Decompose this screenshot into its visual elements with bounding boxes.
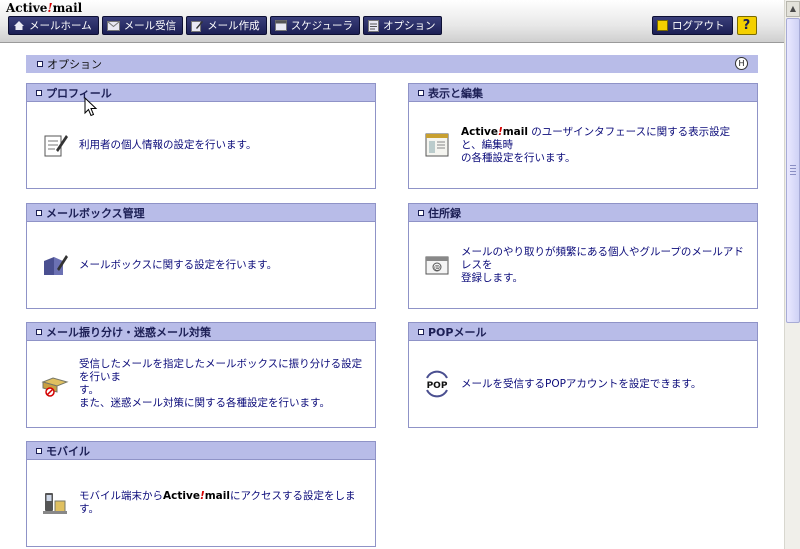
panel-mobile: モバイル モバイル端末からActive!mailにアクセスする設定をします。 <box>26 441 376 547</box>
page-title: オプション <box>47 58 102 71</box>
bullet-icon <box>36 209 42 216</box>
bullet-icon <box>418 328 424 335</box>
panel-description: Active!mail のユーザインタフェースに関する表示設定と、編集時 の各種… <box>461 125 731 164</box>
logout-icon <box>657 20 668 31</box>
address-book-icon: @ <box>425 256 449 275</box>
bullet-icon <box>36 328 42 335</box>
bullet-icon <box>418 209 424 216</box>
bullet-icon <box>418 89 424 96</box>
panel-header: POPメール <box>409 323 757 341</box>
svg-text:POP: POP <box>427 381 448 391</box>
bullet-icon <box>36 89 42 96</box>
help-button[interactable]: ? <box>736 16 757 35</box>
panel-display-edit: 表示と編集 Active!mail のユーザインタフェースに関する表示設定と、編… <box>408 83 758 189</box>
envelope-icon <box>106 20 120 31</box>
panel-header: メール振り分け・迷惑メール対策 <box>27 323 375 341</box>
panel-description: 受信したメールを指定したメールボックスに振り分ける設定を行いま す。 また、迷惑… <box>79 358 363 409</box>
logout-button[interactable]: ログアウト <box>652 16 733 35</box>
section-title-bar: オプション H <box>26 55 758 73</box>
panel-header: プロフィール <box>27 84 375 102</box>
mouse-cursor-icon <box>84 97 98 117</box>
panel-pop-mail: POPメール POP メールを受信するPOPアカウントを設定できます。 <box>408 322 758 428</box>
main-nav: メールホーム メール受信 メール作成 スケジューラ オプション <box>8 16 443 35</box>
mail-filter-icon <box>41 377 69 397</box>
panel-header: モバイル <box>27 442 375 460</box>
nav-scheduler-button[interactable]: スケジューラ <box>269 16 360 35</box>
nav-options-button[interactable]: オプション <box>362 16 443 35</box>
vertical-scrollbar[interactable]: ▲ <box>784 0 800 549</box>
panel-description: メールボックスに関する設定を行います。 <box>79 258 278 271</box>
scroll-thumb[interactable] <box>786 18 800 323</box>
profile-edit-icon <box>44 135 68 157</box>
panel-link-mobile[interactable]: モバイル <box>46 443 90 459</box>
options-page: オプション H プロフィール 利用者の個人情報の設定を行います。 表示と編集 A… <box>0 43 784 549</box>
panel-address-book: 住所録 @ メールのやり取りが頻繁にある個人やグループのメールアドレスを 登録し… <box>408 203 758 309</box>
nav-mail-home-button[interactable]: メールホーム <box>8 16 99 35</box>
home-icon <box>14 21 24 30</box>
panel-profile: プロフィール 利用者の個人情報の設定を行います。 <box>26 83 376 189</box>
options-icon <box>367 19 379 32</box>
panel-description: 利用者の個人情報の設定を行います。 <box>79 138 257 151</box>
bullet-icon <box>36 447 42 454</box>
panel-mailbox-management: メールボックス管理 メールボックスに関する設定を行います。 <box>26 203 376 309</box>
mobile-icon <box>43 493 67 514</box>
panel-link-address-book[interactable]: 住所録 <box>428 205 461 221</box>
bullet-icon <box>37 61 43 67</box>
panel-link-profile[interactable]: プロフィール <box>46 85 112 101</box>
panel-header: メールボックス管理 <box>27 204 375 222</box>
pop-icon: POP <box>426 370 448 398</box>
panel-link-mail-filter[interactable]: メール振り分け・迷惑メール対策 <box>46 324 211 340</box>
header-bar: Active!mail メールホーム メール受信 メール作成 スケジューラ オプ… <box>0 0 784 43</box>
panel-link-pop-mail[interactable]: POPメール <box>428 324 486 340</box>
help-circle-icon[interactable]: H <box>735 57 748 70</box>
compose-icon <box>191 20 204 32</box>
panel-link-mailbox-management[interactable]: メールボックス管理 <box>46 205 145 221</box>
mailbox-icon <box>44 255 68 275</box>
panel-header: 表示と編集 <box>409 84 757 102</box>
nav-compose-mail-button[interactable]: メール作成 <box>186 16 267 35</box>
panel-description: メールのやり取りが頻繁にある個人やグループのメールアドレスを 登録します。 <box>461 245 744 284</box>
calendar-icon <box>274 20 287 31</box>
display-edit-icon <box>425 133 449 157</box>
panel-description: モバイル端末からActive!mailにアクセスする設定をします。 <box>79 490 356 515</box>
scroll-up-arrow-icon[interactable]: ▲ <box>786 1 800 17</box>
panel-link-display-edit[interactable]: 表示と編集 <box>428 85 483 101</box>
panel-header: 住所録 <box>409 204 757 222</box>
nav-receive-mail-button[interactable]: メール受信 <box>101 16 184 35</box>
panel-mail-filter: メール振り分け・迷惑メール対策 受信したメールを指定したメールボックスに振り分け… <box>26 322 376 428</box>
app-logo: Active!mail <box>6 1 83 15</box>
svg-text:@: @ <box>434 265 440 272</box>
panel-description: メールを受信するPOPアカウントを設定できます。 <box>461 377 702 390</box>
